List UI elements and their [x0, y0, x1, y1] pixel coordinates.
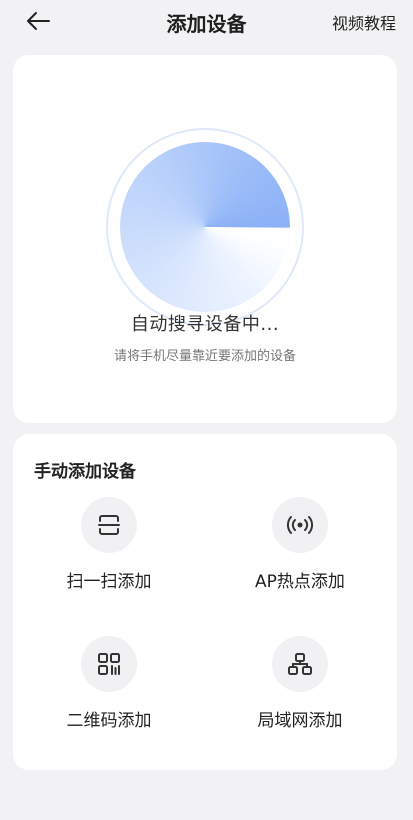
page-title: 添加设备	[166, 12, 247, 36]
method-label: 扫一扫添加	[66, 572, 152, 592]
scan-add-button[interactable]: 扫一扫添加	[29, 497, 189, 592]
back-button[interactable]	[22, 6, 54, 36]
lan-add-button[interactable]: 局域网添加	[220, 636, 380, 731]
arrow-left-icon	[27, 12, 50, 30]
method-label: AP热点添加	[255, 572, 345, 592]
qr-code-add-button[interactable]: 二维码添加	[29, 636, 189, 731]
manual-add-card: 手动添加设备 扫一扫添加 AP热点添加 二维码添加 局域网添加	[13, 434, 397, 770]
scan-icon	[81, 497, 137, 553]
top-bar: 添加设备 视频教程	[0, 0, 413, 44]
hotspot-icon	[272, 497, 328, 553]
auto-scan-card: 自动搜寻设备中... 请将手机尽量靠近要添加的设备	[13, 55, 397, 423]
radar-sweep	[120, 142, 290, 312]
radar-scanner	[106, 128, 304, 326]
scan-status-text: 自动搜寻设备中...	[130, 314, 280, 335]
video-tutorial-link[interactable]: 视频教程	[332, 10, 396, 34]
scan-hint-text: 请将手机尽量靠近要添加的设备	[113, 349, 296, 364]
section-title: 手动添加设备	[34, 462, 136, 482]
ap-hotspot-add-button[interactable]: AP热点添加	[220, 497, 380, 592]
qr-code-icon	[81, 636, 137, 692]
method-label: 二维码添加	[66, 711, 152, 731]
method-label: 局域网添加	[257, 711, 343, 731]
lan-network-icon	[272, 636, 328, 692]
